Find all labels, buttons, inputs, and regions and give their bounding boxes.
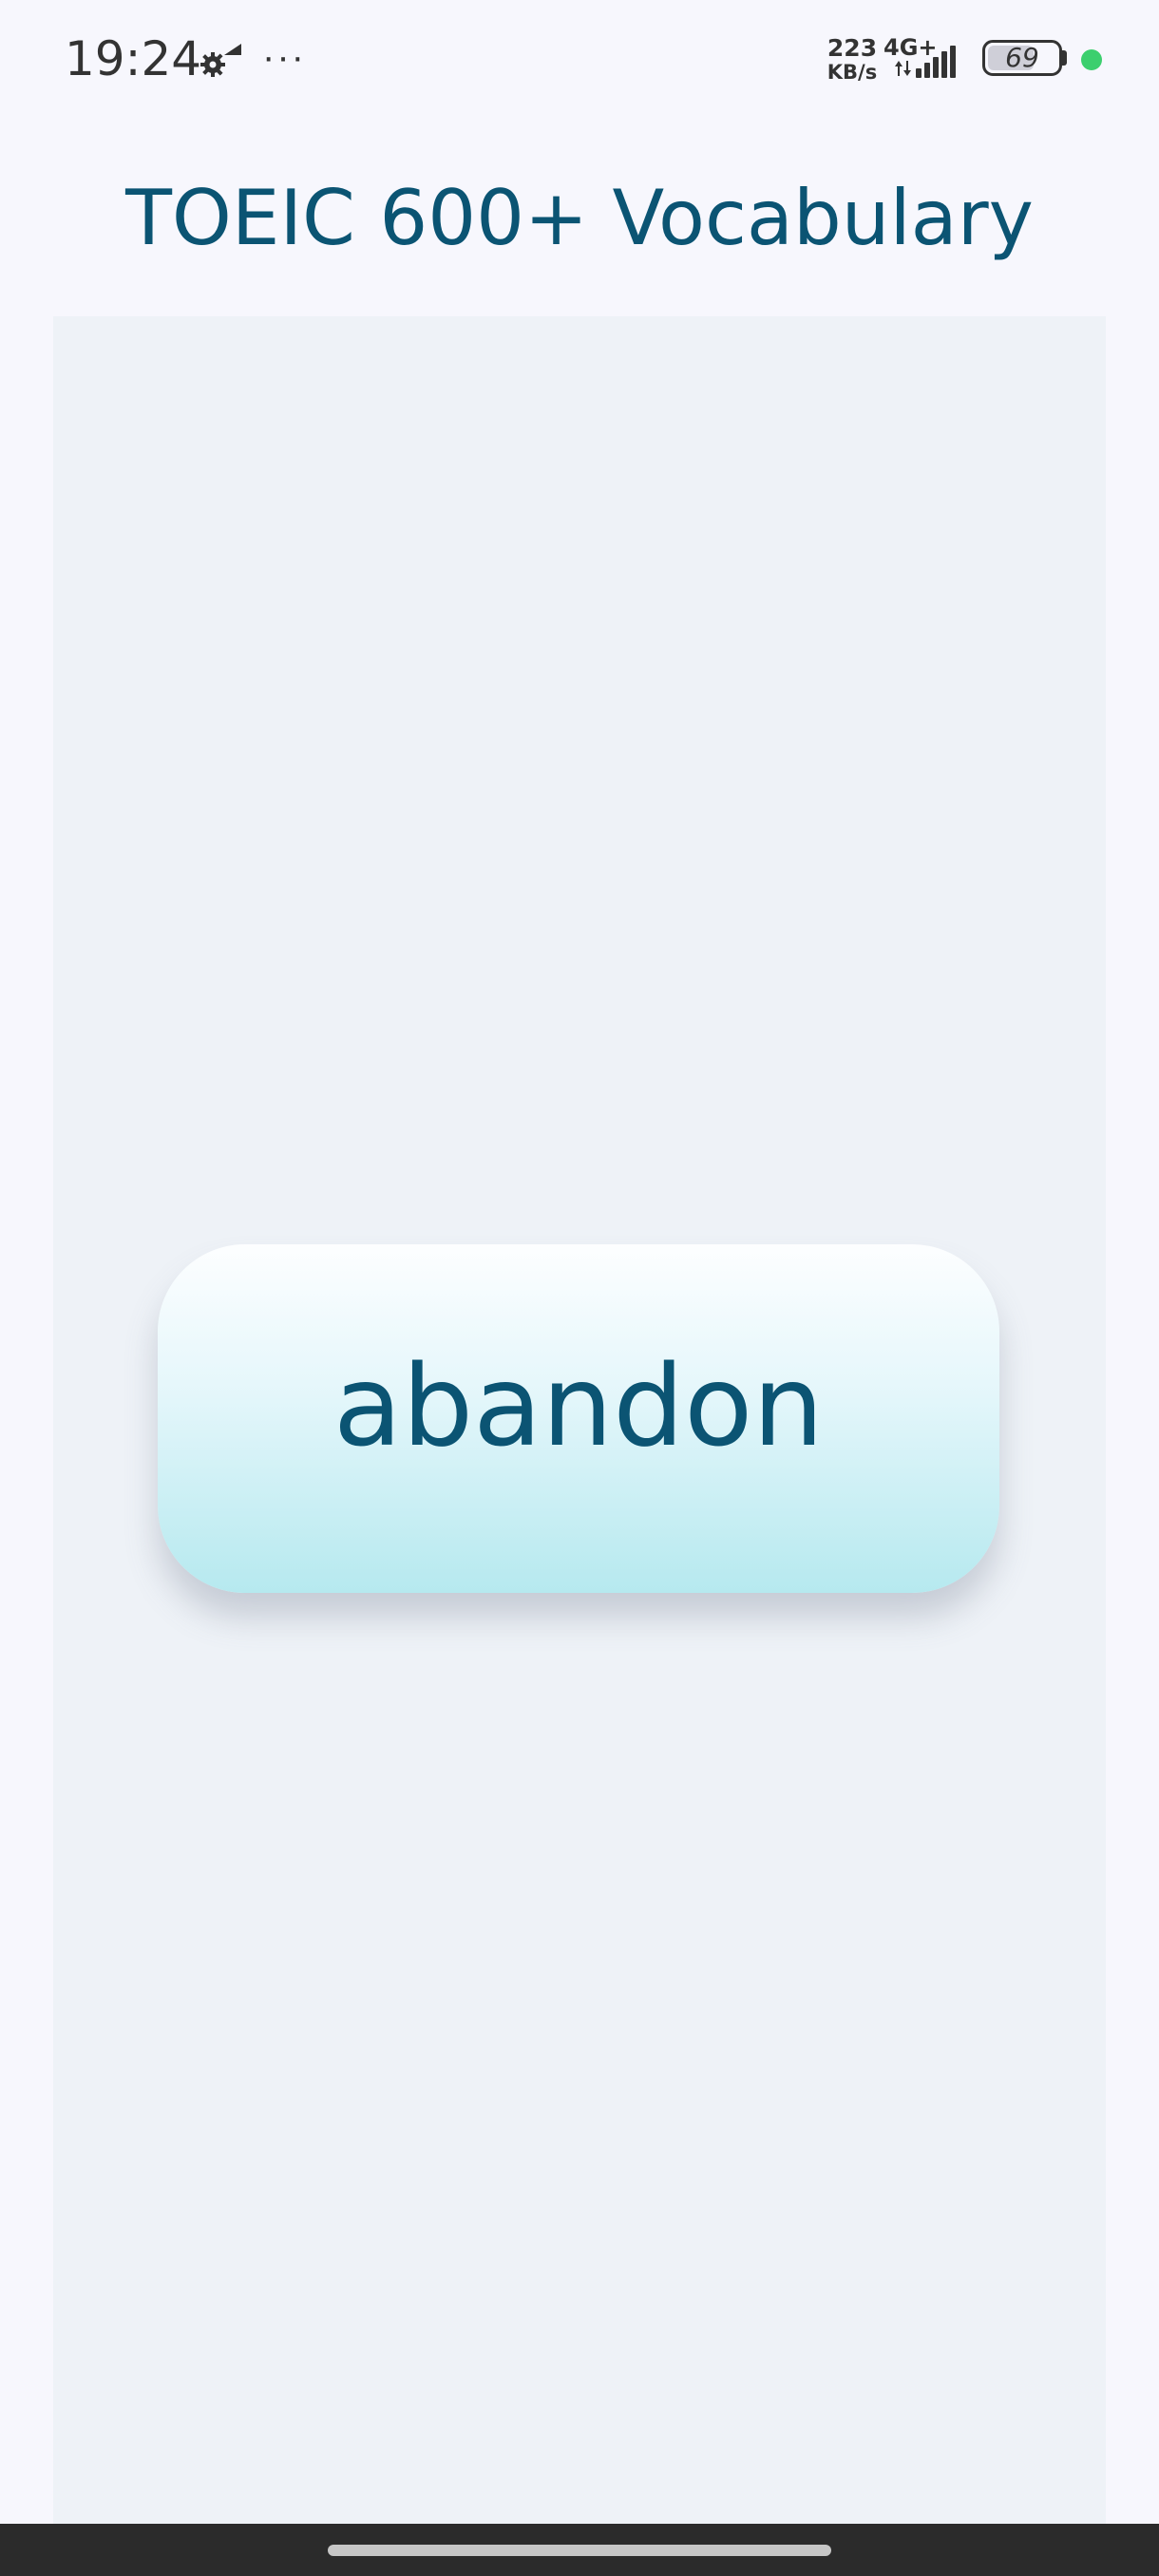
network-speed: 223 KB/s <box>823 34 882 85</box>
page-title: TOEIC 600+ Vocabulary <box>125 174 1034 262</box>
more-indicator: ··· <box>262 36 306 78</box>
battery-level: 69 <box>1005 42 1039 73</box>
navigation-bar <box>0 2524 1159 2576</box>
network-speed-value: 223 <box>826 34 878 62</box>
notification-dot <box>1081 49 1102 70</box>
network-speed-unit: KB/s <box>826 61 878 84</box>
gear-icon <box>200 44 241 77</box>
battery-icon: 69 <box>982 40 1062 76</box>
flashcard-word: abandon <box>332 1340 825 1471</box>
signal-icon <box>895 46 956 78</box>
battery-tip <box>1062 50 1067 66</box>
status-bar: 19:24 ··· 223 KB/s 4G+ 69 <box>0 0 1159 119</box>
content-panel: abandon <box>53 316 1106 2524</box>
home-indicator[interactable] <box>328 2545 831 2556</box>
status-time: 19:24 <box>65 31 202 86</box>
flashcard[interactable]: abandon <box>158 1244 999 1593</box>
